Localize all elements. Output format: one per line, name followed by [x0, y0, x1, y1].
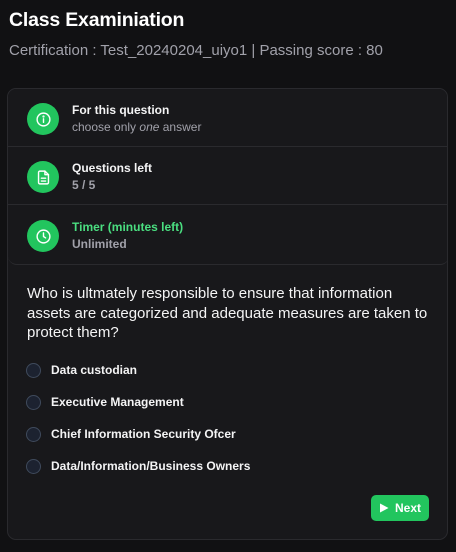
page-title: Class Examiniation: [9, 9, 185, 31]
exam-card: For this question choose only one answer…: [7, 88, 448, 540]
answer-label: Data/Information/Business Owners: [51, 459, 251, 473]
instruction-text: choose only one answer: [72, 120, 202, 134]
questions-left-title: Questions left: [72, 161, 153, 175]
next-label: Next: [394, 501, 421, 515]
answer-option[interactable]: Data/Information/Business Owners: [26, 457, 326, 475]
questions-left-row: Questions left 5 / 5: [8, 147, 447, 205]
exam-page: Class Examiniation Certification : Test_…: [0, 0, 456, 552]
instruction-title: For this question: [72, 103, 170, 117]
answer-option[interactable]: Chief Information Security Ofcer: [26, 425, 326, 443]
answer-label: Chief Information Security Ofcer: [51, 427, 236, 441]
question-text: Who is ultmately responsible to ensure t…: [27, 285, 428, 341]
answer-option[interactable]: Executive Management: [26, 393, 326, 411]
questions-left-value: 5 / 5: [72, 178, 96, 192]
play-icon: [379, 503, 389, 513]
timer-title: Timer (minutes left): [72, 220, 184, 234]
answer-label: Executive Management: [51, 395, 184, 409]
radio-button[interactable]: [26, 394, 41, 410]
info-panel: For this question choose only one answer…: [8, 89, 447, 265]
clock-icon: [27, 220, 59, 252]
certification-meta: Certification : Test_20240204_uiyo1 | Pa…: [9, 42, 383, 59]
document-icon: [27, 161, 59, 193]
answer-option[interactable]: Data custodian: [26, 361, 326, 379]
radio-button[interactable]: [26, 458, 41, 474]
answer-label: Data custodian: [51, 363, 138, 377]
timer-row: Timer (minutes left) Unlimited: [8, 206, 447, 264]
instruction-row: For this question choose only one answer: [8, 89, 447, 147]
info-icon: [27, 103, 59, 135]
radio-button[interactable]: [26, 426, 41, 442]
radio-button[interactable]: [26, 362, 41, 378]
timer-value: Unlimited: [72, 237, 127, 251]
next-button[interactable]: Next: [371, 495, 429, 521]
